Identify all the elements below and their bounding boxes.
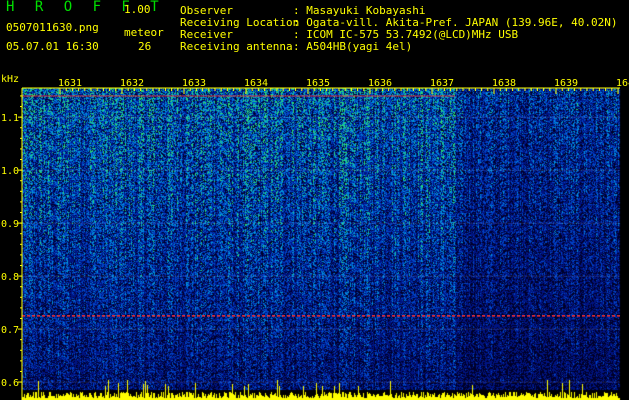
time-label: 1639 [554, 78, 578, 89]
time-label: 1634 [244, 78, 268, 89]
time-label: 1640 [616, 78, 629, 89]
mode-label: meteor [124, 26, 164, 39]
time-label: 1637 [430, 78, 454, 89]
spectrogram-overlay: kHz 1.1 1.0 0.9 0.8 0.7 0.6 1631 1632 1633 1634 163… [1, 74, 629, 400]
y-tick-label: 1.0 [1, 166, 19, 177]
time-label: 1633 [182, 78, 206, 89]
time-label: 1632 [120, 78, 144, 89]
y-tick-label: 0.8 [1, 272, 19, 283]
y-tick-label: 0.6 [1, 378, 19, 389]
header-panel: H R O F F T 1.00 0507011630.png meteor 0… [0, 0, 629, 74]
meteor-count: 26 [138, 40, 152, 53]
y-tick-label: 0.9 [1, 219, 19, 230]
y-axis-unit: kHz [1, 74, 19, 85]
antenna-label: Receiving antenna [180, 40, 293, 53]
y-tick-label: 1.1 [1, 113, 19, 124]
time-label: 1638 [492, 78, 516, 89]
y-tick-label: 0.7 [1, 325, 19, 336]
file-name: 0507011630.png [6, 21, 99, 34]
time-label: 1636 [368, 78, 392, 89]
antenna-value: : A504HB(yagi 4el) [293, 40, 413, 53]
time-label: 1631 [58, 78, 82, 89]
date-time: 05.07.01 16:30 [6, 40, 99, 53]
time-label: 1635 [306, 78, 330, 89]
app-version: 1.00 [124, 3, 151, 16]
